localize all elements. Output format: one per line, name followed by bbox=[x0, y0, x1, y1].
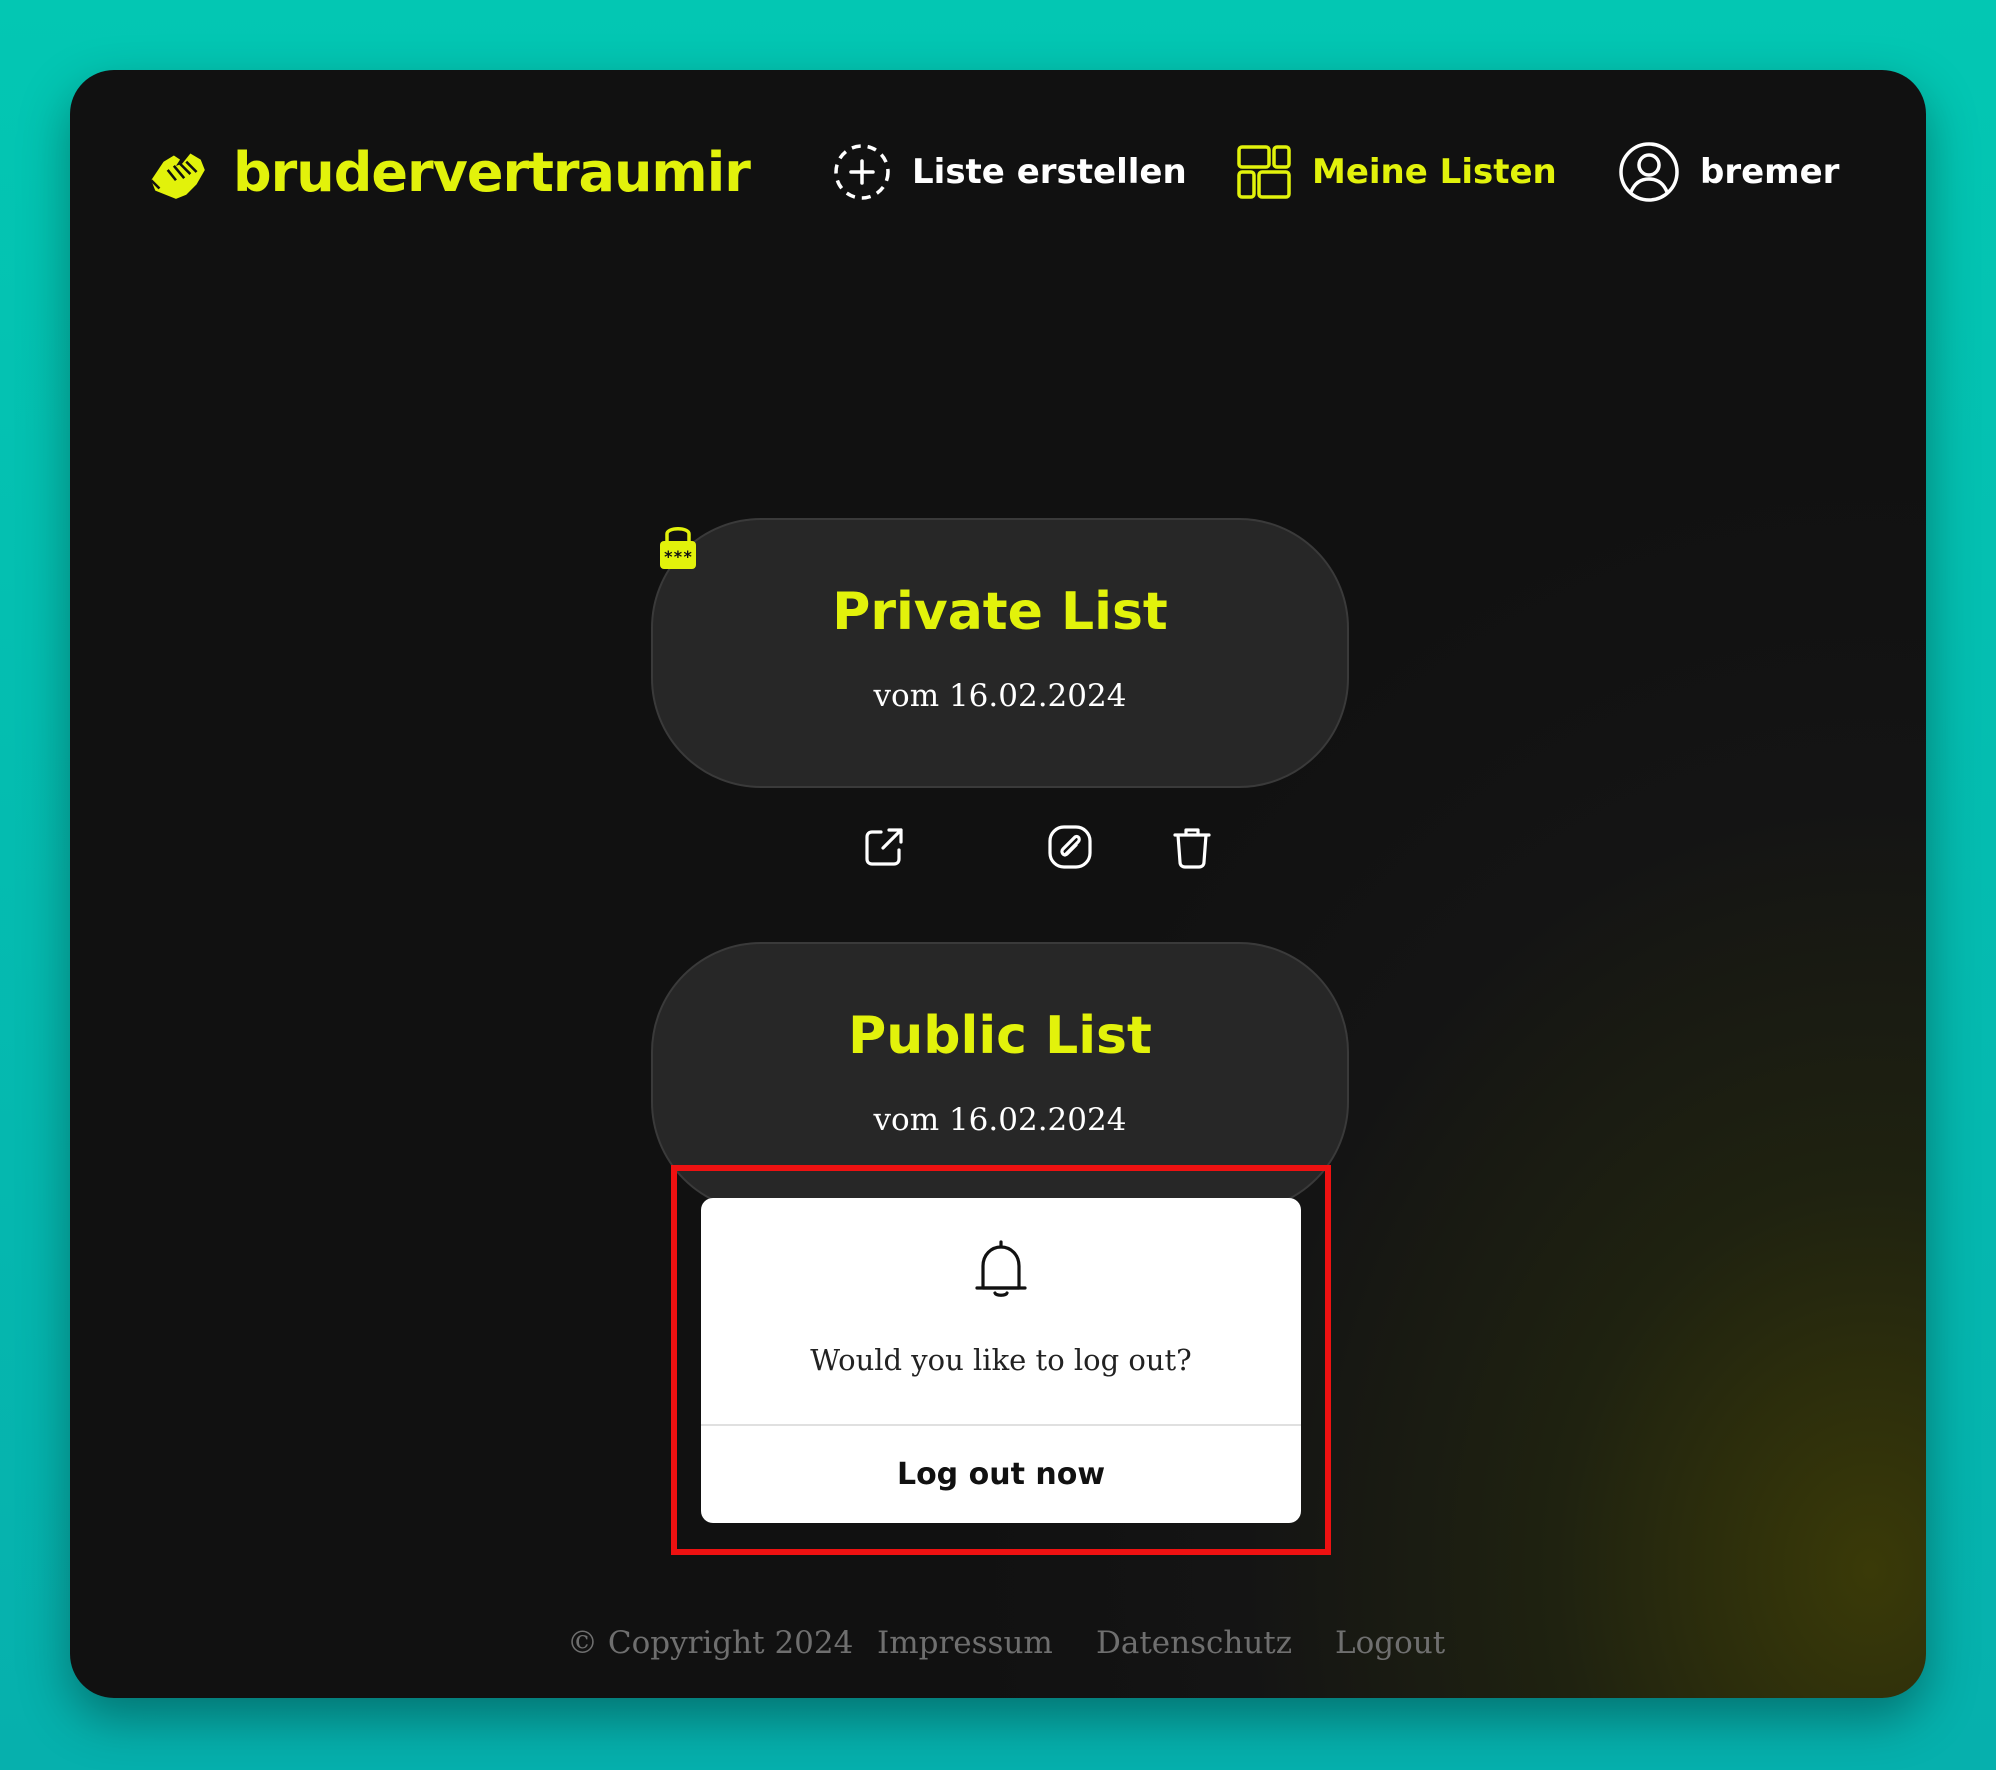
list-date: vom 16.02.2024 bbox=[873, 1102, 1127, 1138]
nav-my-lists[interactable]: Meine Listen bbox=[1236, 132, 1557, 212]
svg-text:***: *** bbox=[664, 547, 693, 566]
dashboard-grid-icon bbox=[1237, 145, 1291, 199]
nav-user-label: bremer bbox=[1700, 152, 1840, 192]
highlight-frame bbox=[671, 1165, 1331, 1555]
lock-icon: *** bbox=[660, 527, 696, 569]
app-window: brudervertraumir Liste erstellen Meine L… bbox=[70, 70, 1926, 1698]
nav-my-lists-label: Meine Listen bbox=[1312, 152, 1557, 192]
list-title: Private List bbox=[832, 582, 1168, 642]
external-link-icon[interactable] bbox=[859, 822, 909, 872]
footer-datenschutz-link[interactable]: Datenschutz bbox=[1096, 1625, 1292, 1661]
user-circle-icon bbox=[1619, 142, 1679, 202]
nav-create-list[interactable]: Liste erstellen bbox=[832, 132, 1187, 212]
list-date: vom 16.02.2024 bbox=[873, 678, 1127, 714]
nav-user[interactable]: bremer bbox=[1618, 132, 1839, 212]
nav-create-label: Liste erstellen bbox=[912, 152, 1187, 192]
footer-copyright: © Copyright 2024 bbox=[567, 1625, 854, 1661]
footer-logout-link[interactable]: Logout bbox=[1335, 1625, 1445, 1661]
brand-logo[interactable]: brudervertraumir bbox=[145, 132, 751, 212]
link-icon[interactable] bbox=[1045, 822, 1095, 872]
list-card-private[interactable]: Private List vom 16.02.2024 bbox=[651, 518, 1349, 788]
trash-icon[interactable] bbox=[1167, 822, 1217, 872]
handshake-icon bbox=[150, 153, 205, 199]
footer-impressum-link[interactable]: Impressum bbox=[877, 1625, 1053, 1661]
dashed-plus-circle-icon bbox=[834, 144, 890, 200]
list-title: Public List bbox=[848, 1006, 1152, 1066]
brand-name: brudervertraumir bbox=[233, 140, 751, 204]
